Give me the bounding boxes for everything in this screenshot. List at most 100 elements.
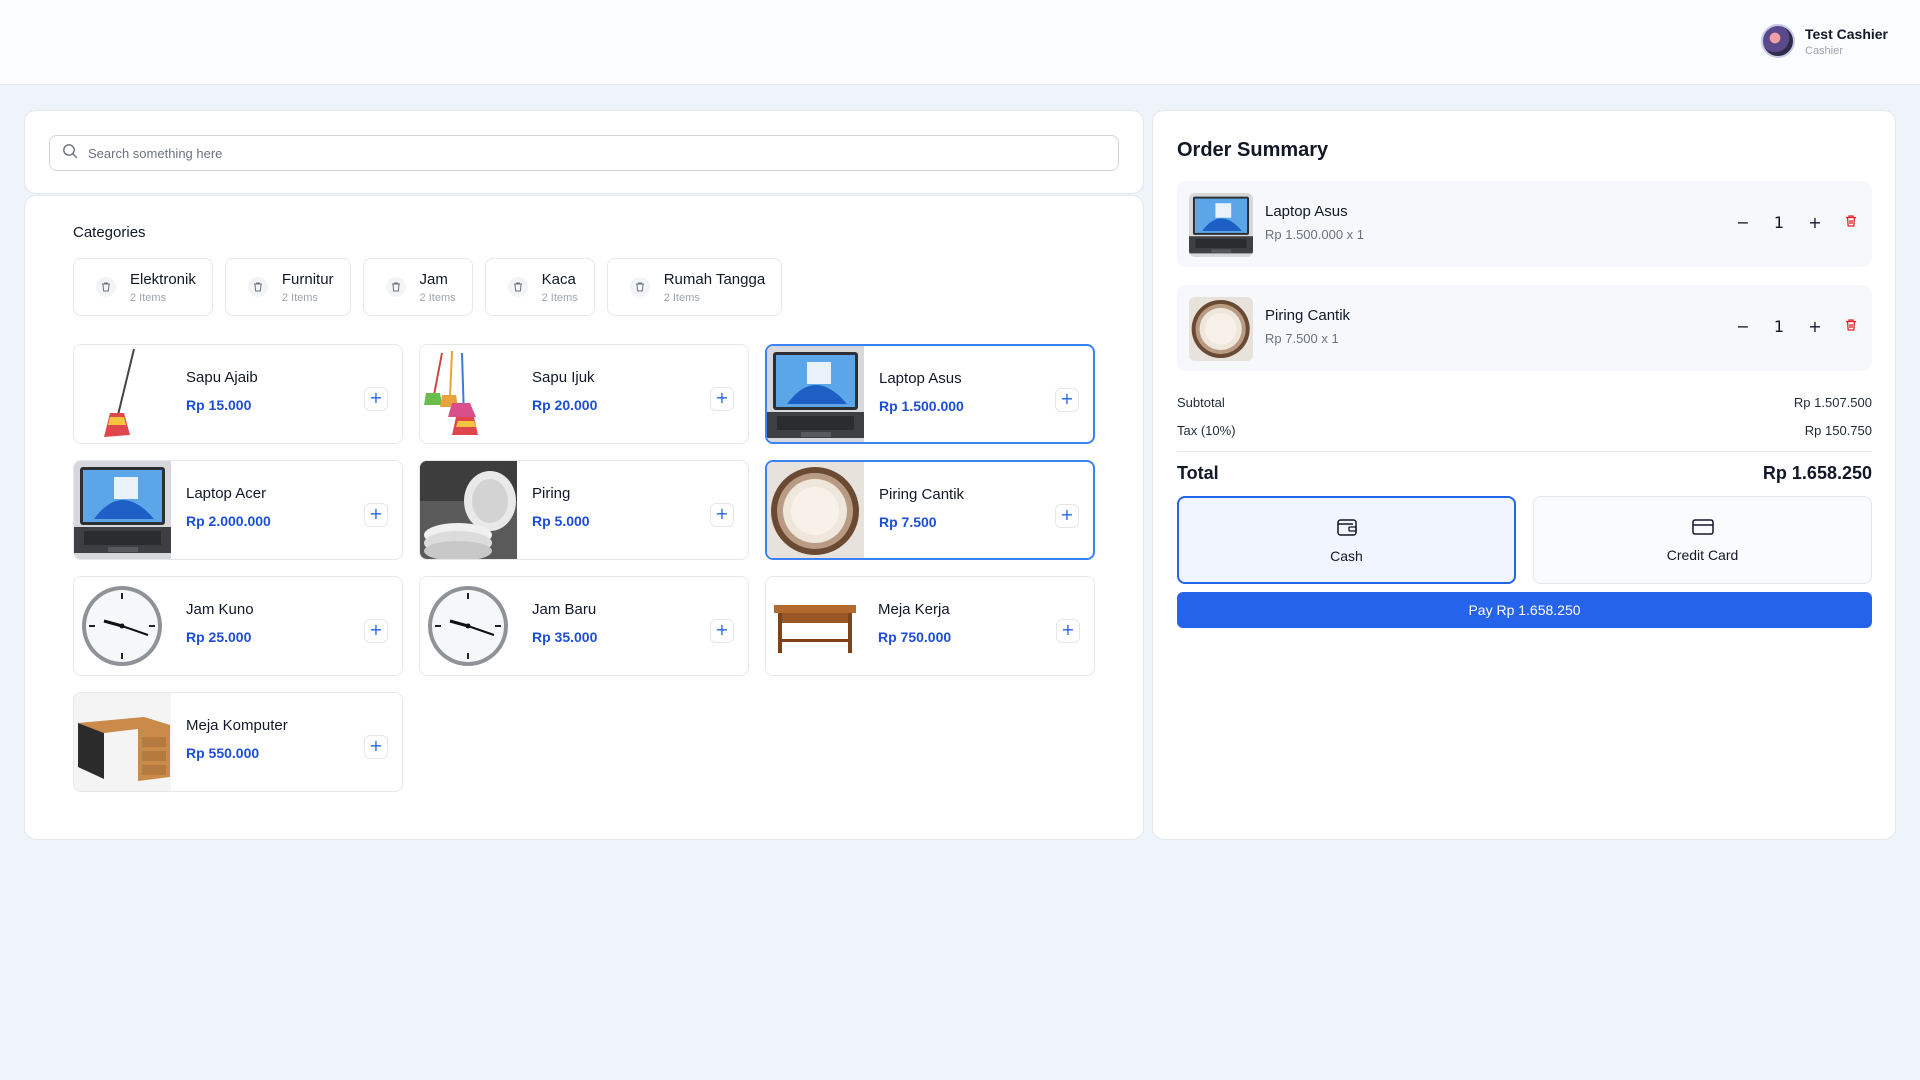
order-item-name: Laptop Asus	[1265, 203, 1348, 220]
minus-icon[interactable]: −	[1734, 317, 1752, 336]
categories-title: Categories	[73, 224, 146, 241]
add-to-cart-button[interactable]: +	[710, 503, 734, 527]
order-summary-title: Order Summary	[1177, 139, 1329, 161]
product-price: Rp 2.000.000	[186, 513, 271, 529]
product-image	[74, 693, 171, 791]
delete-icon[interactable]	[1842, 317, 1860, 336]
product-price: Rp 15.000	[186, 397, 252, 413]
subtotal-value: Rp 1.507.500	[1793, 395, 1872, 410]
order-item: Piring Cantik Rp 7.500 x 1 − 1 +	[1177, 285, 1872, 371]
category-count: 2 Items	[281, 291, 318, 304]
category-count: 2 Items	[541, 291, 578, 304]
add-to-cart-button[interactable]: +	[364, 619, 388, 643]
product-image	[420, 577, 517, 675]
product-image	[1189, 297, 1253, 361]
product-price: Rp 20.000	[532, 397, 598, 413]
trash-icon	[629, 277, 650, 297]
tax-value: Rp 150.750	[1804, 423, 1872, 438]
delete-icon[interactable]	[1842, 213, 1860, 232]
product-card[interactable]: Jam Baru Rp 35.000 +	[419, 576, 749, 676]
trash-icon	[247, 277, 268, 297]
wallet-icon	[1336, 517, 1358, 540]
total-label: Total	[1177, 463, 1219, 483]
minus-icon[interactable]: −	[1734, 213, 1752, 232]
category-name: Elektronik	[130, 270, 196, 288]
product-image	[74, 577, 171, 675]
payment-method-cash[interactable]: Cash	[1177, 496, 1516, 584]
category-kaca[interactable]: Kaca 2 Items	[484, 258, 595, 316]
product-name: Meja Kerja	[878, 601, 950, 618]
product-card[interactable]: Piring Cantik Rp 7.500 +	[765, 460, 1095, 560]
plus-icon[interactable]: +	[1806, 317, 1824, 336]
category-rumah-tangga[interactable]: Rumah Tangga 2 Items	[606, 258, 783, 316]
product-card[interactable]: Meja Komputer Rp 550.000 +	[73, 692, 403, 792]
search-input[interactable]	[88, 145, 1118, 161]
category-list: Elektronik 2 Items Furnitur 2 Items Jam 2 I…	[73, 258, 783, 316]
product-image	[767, 346, 864, 442]
product-price: Rp 1.500.000	[879, 398, 964, 414]
trash-icon	[96, 277, 116, 297]
add-to-cart-button[interactable]: +	[710, 387, 734, 411]
divider	[1177, 451, 1872, 452]
product-price: Rp 5.000	[532, 513, 590, 529]
category-name: Furnitur	[281, 270, 334, 288]
quantity-value: 1	[1773, 213, 1785, 232]
product-price: Rp 35.000	[532, 629, 598, 645]
payment-method-credit-card[interactable]: Credit Card	[1533, 496, 1872, 584]
category-name: Kaca	[541, 270, 576, 288]
product-card[interactable]: Laptop Asus Rp 1.500.000 +	[765, 344, 1095, 444]
category-jam[interactable]: Jam 2 Items	[362, 258, 473, 316]
plus-icon: +	[715, 620, 729, 639]
user-profile[interactable]: Test Cashier Cashier	[1761, 24, 1888, 58]
product-card[interactable]: Sapu Ajaib Rp 15.000 +	[73, 344, 403, 444]
product-image	[420, 345, 517, 443]
plus-icon: +	[1060, 505, 1074, 524]
top-bar: Test Cashier Cashier	[0, 0, 1920, 85]
product-card[interactable]: Meja Kerja Rp 750.000 +	[765, 576, 1095, 676]
order-item: Laptop Asus Rp 1.500.000 x 1 − 1 +	[1177, 181, 1872, 267]
add-to-cart-button[interactable]: +	[710, 619, 734, 643]
product-name: Laptop Acer	[186, 485, 267, 502]
plus-icon: +	[369, 504, 383, 523]
product-price: Rp 25.000	[186, 629, 252, 645]
category-furnitur[interactable]: Furnitur 2 Items	[224, 258, 351, 316]
order-summary-panel: Order Summary Laptop Asus Rp 1.500.000 x…	[1152, 110, 1896, 840]
product-name: Laptop Asus	[879, 370, 962, 387]
add-to-cart-button[interactable]: +	[364, 503, 388, 527]
pay-button[interactable]: Pay Rp 1.658.250	[1177, 592, 1872, 628]
plus-icon[interactable]: +	[1806, 213, 1824, 232]
total-row: Total Rp 1.658.250	[1177, 463, 1872, 484]
product-image	[766, 577, 863, 675]
search-panel	[24, 110, 1144, 194]
subtotal-label: Subtotal	[1177, 395, 1225, 410]
quantity-value: 1	[1773, 317, 1785, 336]
plus-icon: +	[369, 388, 383, 407]
category-elektronik[interactable]: Elektronik 2 Items	[73, 258, 213, 316]
search-bar[interactable]	[49, 135, 1119, 171]
order-item-detail: Rp 7.500 x 1	[1265, 331, 1339, 346]
category-count: 2 Items	[130, 291, 167, 304]
product-name: Jam Baru	[532, 601, 597, 618]
product-image	[74, 345, 171, 443]
credit-card-icon	[1691, 518, 1715, 539]
product-card[interactable]: Jam Kuno Rp 25.000 +	[73, 576, 403, 676]
user-name: Test Cashier	[1805, 25, 1888, 42]
add-to-cart-button[interactable]: +	[364, 387, 388, 411]
order-item-detail: Rp 1.500.000 x 1	[1265, 227, 1365, 242]
trash-icon	[507, 277, 528, 297]
product-image	[1189, 193, 1253, 257]
trash-icon	[385, 277, 406, 297]
product-card[interactable]: Laptop Acer Rp 2.000.000 +	[73, 460, 403, 560]
avatar[interactable]	[1761, 24, 1795, 58]
add-to-cart-button[interactable]: +	[1056, 619, 1080, 643]
category-count: 2 Items	[663, 291, 700, 304]
product-name: Piring Cantik	[879, 486, 965, 503]
product-card[interactable]: Sapu Ijuk Rp 20.000 +	[419, 344, 749, 444]
add-to-cart-button[interactable]: +	[1055, 388, 1079, 412]
product-image	[74, 461, 171, 559]
add-to-cart-button[interactable]: +	[1055, 504, 1079, 528]
product-card[interactable]: Piring Rp 5.000 +	[419, 460, 749, 560]
add-to-cart-button[interactable]: +	[364, 735, 388, 759]
tax-row: Tax (10%) Rp 150.750	[1177, 423, 1872, 438]
product-price: Rp 550.000	[186, 745, 260, 761]
